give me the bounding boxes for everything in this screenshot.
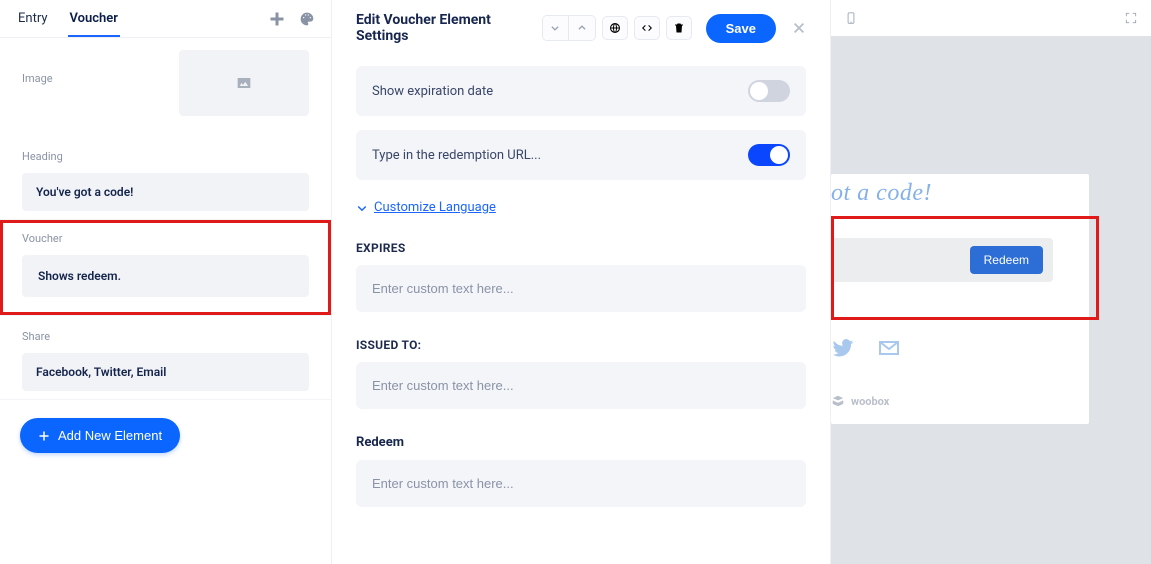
preview-card: ot a code! Redeem woobox: [831, 174, 1089, 424]
preview-code-bar: Redeem: [831, 238, 1053, 282]
editor-toolbar: Save: [542, 14, 806, 43]
palette-icon[interactable]: [299, 11, 315, 27]
preview-toolbar: [831, 4, 1151, 32]
heading-label: Heading: [22, 150, 309, 163]
customize-language-label: Customize Language: [374, 200, 496, 215]
plus-icon: [38, 430, 50, 442]
voucher-value: Shows redeem.: [22, 255, 309, 297]
field-label-issued: ISSUED TO:: [356, 338, 806, 352]
globe-icon[interactable]: [602, 16, 628, 40]
share-section[interactable]: Share Facebook, Twitter, Email: [0, 316, 331, 400]
editor-title: Edit Voucher Element Settings: [356, 12, 542, 44]
editor-panel: Edit Voucher Element Settings Save Show …: [332, 0, 831, 564]
input-issued[interactable]: [356, 362, 806, 409]
setting-show-expiration-label: Show expiration date: [372, 84, 493, 99]
setting-redemption-url: Type in the redemption URL...: [356, 130, 806, 180]
code-icon[interactable]: [634, 16, 660, 40]
setting-show-expiration: Show expiration date: [356, 66, 806, 116]
field-label-redeem: Redeem: [356, 435, 806, 450]
device-mobile-icon[interactable]: [843, 10, 859, 26]
email-icon[interactable]: [877, 336, 901, 360]
preview-canvas: ot a code! Redeem woobox: [831, 36, 1151, 564]
woobox-logo-icon: [831, 394, 845, 408]
chevron-down-icon[interactable]: [543, 16, 569, 40]
close-icon[interactable]: [792, 21, 806, 35]
brand-name: woobox: [851, 395, 889, 408]
share-value: Facebook, Twitter, Email: [22, 353, 309, 391]
add-new-element-label: Add New Element: [58, 428, 162, 443]
sidebar: Entry Voucher Image Heading You': [0, 0, 332, 564]
toggle-redemption-url[interactable]: [748, 144, 790, 166]
input-redeem[interactable]: [356, 460, 806, 507]
tab-entry[interactable]: Entry: [16, 1, 50, 37]
add-new-element-button[interactable]: Add New Element: [20, 418, 180, 453]
tabs: Entry Voucher: [0, 0, 331, 38]
preview-heading: ot a code!: [831, 180, 932, 207]
share-label: Share: [22, 330, 309, 343]
image-label: Image: [22, 72, 53, 85]
preview-voucher-element[interactable]: Redeem: [831, 216, 1099, 320]
plus-icon[interactable]: [269, 11, 285, 27]
redeem-button[interactable]: Redeem: [970, 246, 1043, 274]
preview-panel: ot a code! Redeem woobox: [831, 0, 1151, 564]
brand-woobox: woobox: [831, 394, 889, 408]
chevron-up-icon[interactable]: [569, 16, 595, 40]
image-slot[interactable]: [179, 50, 309, 116]
image-section[interactable]: Image: [0, 38, 331, 136]
customize-language[interactable]: Customize Language: [356, 194, 806, 237]
toggle-show-expiration[interactable]: [748, 80, 790, 102]
tab-voucher[interactable]: Voucher: [68, 1, 120, 37]
heading-section[interactable]: Heading You've got a code!: [0, 136, 331, 220]
save-button[interactable]: Save: [706, 14, 776, 43]
expand-icon[interactable]: [1123, 10, 1139, 26]
setting-redemption-url-label: Type in the redemption URL...: [372, 148, 541, 163]
trash-icon[interactable]: [666, 16, 692, 40]
input-expires[interactable]: [356, 265, 806, 312]
voucher-section[interactable]: Voucher Shows redeem.: [0, 220, 331, 316]
voucher-label: Voucher: [22, 232, 309, 245]
chevron-down-icon: [356, 202, 368, 214]
twitter-icon[interactable]: [831, 336, 855, 360]
field-label-expires: EXPIRES: [356, 241, 806, 255]
heading-value: You've got a code!: [22, 173, 309, 211]
image-icon: [236, 75, 252, 91]
preview-share-row: [831, 336, 901, 360]
